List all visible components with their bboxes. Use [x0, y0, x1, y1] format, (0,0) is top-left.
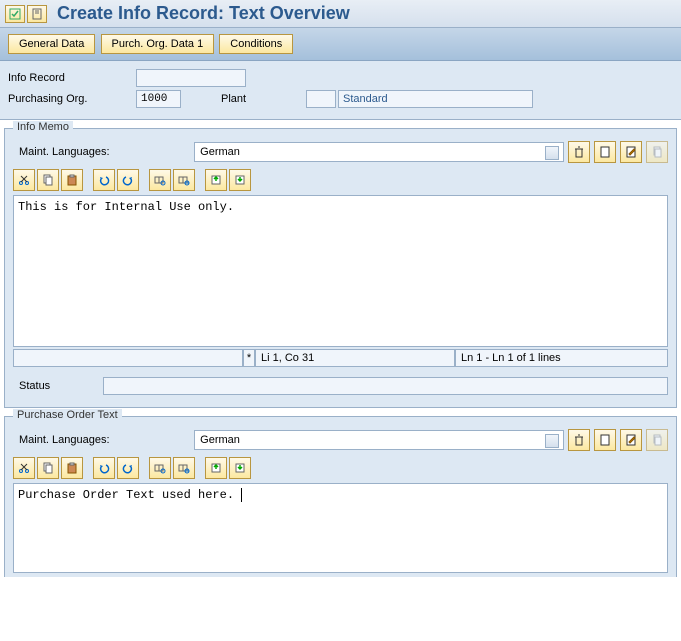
category-field[interactable]: Standard: [338, 90, 533, 108]
plant-field[interactable]: [306, 90, 336, 108]
info-memo-title: Info Memo: [13, 121, 73, 133]
po-copy-icon[interactable]: [37, 457, 59, 479]
memo-lang-dropdown[interactable]: German: [194, 142, 564, 162]
po-lang-dropdown[interactable]: German: [194, 430, 564, 450]
po-redo-icon[interactable]: [117, 457, 139, 479]
find-icon[interactable]: [149, 169, 171, 191]
text-cursor: [234, 488, 242, 502]
purch-org-field[interactable]: 1000: [136, 90, 181, 108]
po-find-icon[interactable]: [149, 457, 171, 479]
memo-status-bar: * Li 1, Co 31 Ln 1 - Ln 1 of 1 lines: [13, 349, 668, 367]
info-memo-group: Info Memo Maint. Languages: German This …: [4, 128, 677, 408]
title-bar: Create Info Record: Text Overview: [0, 0, 681, 28]
po-save-local-icon[interactable]: [229, 457, 251, 479]
memo-status-blank: [13, 349, 243, 367]
po-text-title: Purchase Order Text: [13, 409, 122, 421]
memo-modified-indicator: *: [243, 349, 255, 367]
plant-label: Plant: [221, 93, 306, 105]
po-undo-icon[interactable]: [93, 457, 115, 479]
header-form: Info Record Purchasing Org. 1000 Plant S…: [0, 61, 681, 120]
tab-general-data[interactable]: General Data: [8, 34, 95, 54]
page-title: Create Info Record: Text Overview: [57, 3, 350, 24]
header-btn-2[interactable]: [27, 5, 47, 23]
po-toolbar: [13, 457, 668, 479]
load-icon[interactable]: [205, 169, 227, 191]
status-field[interactable]: [103, 377, 668, 395]
status-label: Status: [13, 380, 88, 392]
create-icon[interactable]: [594, 141, 616, 163]
info-record-field[interactable]: [136, 69, 246, 87]
tab-bar: General Data Purch. Org. Data 1 Conditio…: [0, 28, 681, 61]
copy-text-icon[interactable]: [646, 141, 668, 163]
find-next-icon[interactable]: [173, 169, 195, 191]
header-btn-1[interactable]: [5, 5, 25, 23]
delete-icon[interactable]: [568, 141, 590, 163]
undo-icon[interactable]: [93, 169, 115, 191]
po-text-group: Purchase Order Text Maint. Languages: Ge…: [4, 416, 677, 577]
po-edit-icon[interactable]: [620, 429, 642, 451]
po-copy-text-icon[interactable]: [646, 429, 668, 451]
po-cut-icon[interactable]: [13, 457, 35, 479]
edit-icon[interactable]: [620, 141, 642, 163]
paste-icon[interactable]: [61, 169, 83, 191]
tab-conditions[interactable]: Conditions: [219, 34, 293, 54]
po-delete-icon[interactable]: [568, 429, 590, 451]
memo-cursor-pos: Li 1, Co 31: [255, 349, 455, 367]
redo-icon[interactable]: [117, 169, 139, 191]
save-local-icon[interactable]: [229, 169, 251, 191]
memo-lang-label: Maint. Languages:: [13, 146, 162, 158]
memo-textarea[interactable]: This is for Internal Use only.: [13, 195, 668, 347]
purch-org-label: Purchasing Org.: [8, 93, 136, 105]
copy-icon[interactable]: [37, 169, 59, 191]
memo-line-count: Ln 1 - Ln 1 of 1 lines: [455, 349, 668, 367]
po-paste-icon[interactable]: [61, 457, 83, 479]
po-create-icon[interactable]: [594, 429, 616, 451]
po-load-icon[interactable]: [205, 457, 227, 479]
tab-purch-org[interactable]: Purch. Org. Data 1: [101, 34, 215, 54]
memo-toolbar: [13, 169, 668, 191]
cut-icon[interactable]: [13, 169, 35, 191]
po-lang-label: Maint. Languages:: [13, 434, 162, 446]
info-record-label: Info Record: [8, 72, 136, 84]
po-textarea[interactable]: Purchase Order Text used here.: [13, 483, 668, 573]
po-find-next-icon[interactable]: [173, 457, 195, 479]
